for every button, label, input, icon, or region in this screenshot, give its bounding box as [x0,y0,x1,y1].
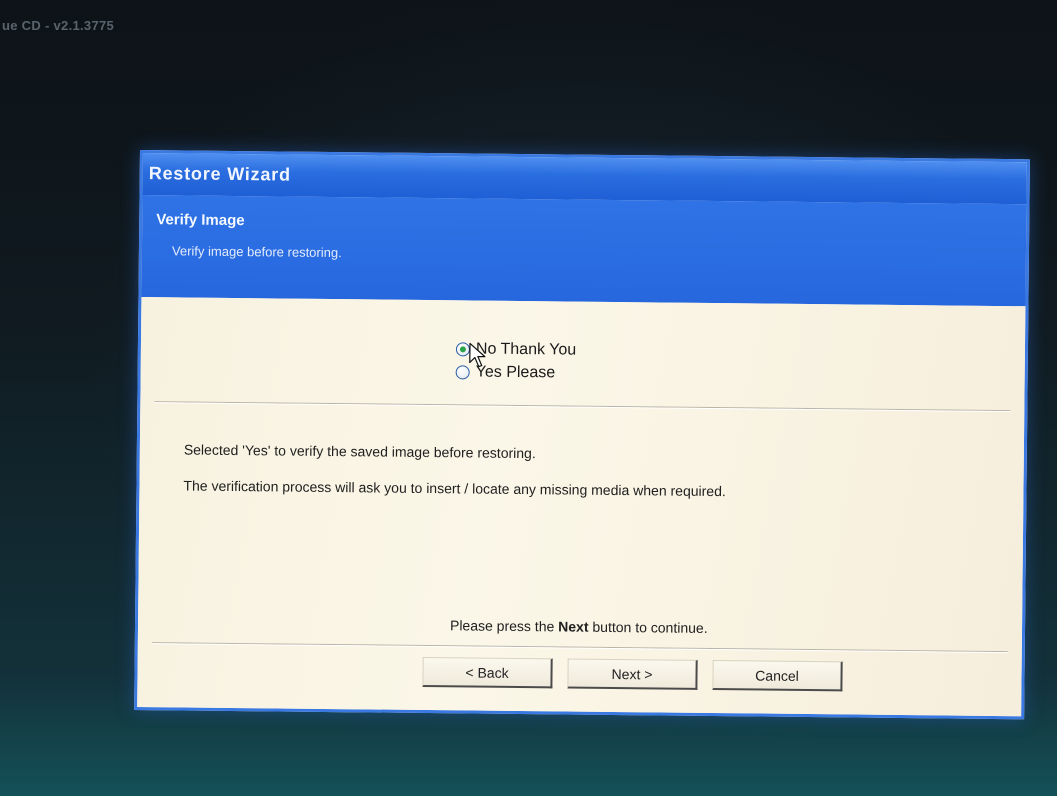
info-text-line: Selected 'Yes' to verify the saved image… [183,441,536,462]
wizard-title: Restore Wizard [148,163,291,185]
arrow-cursor-icon [469,342,486,368]
buttons-divider [151,642,1008,654]
cancel-button[interactable]: Cancel [712,660,843,692]
wizard-header: Verify Image Verify image before restori… [141,195,1027,307]
instruction-prefix: Please press the [449,617,559,635]
restore-wizard-window: Restore Wizard Verify Image Verify image… [134,150,1030,720]
press-next-instruction: Please press the Next button to continue… [450,617,708,636]
back-button[interactable]: < Back [422,656,553,689]
options-divider [154,401,1011,413]
info-text-line: The verification process will ask you to… [183,477,726,500]
window-title-fragment: ue CD - v2.1.3775 [2,18,115,33]
desktop-screen: ue CD - v2.1.3775 Restore Wizard Verify … [0,0,1057,796]
instruction-suffix: button to continue. [588,618,708,636]
radio-unchecked-icon[interactable] [455,365,470,380]
wizard-body: No Thank You Yes Please Selected 'Yes' t… [137,297,1026,717]
next-button[interactable]: Next > [567,658,698,690]
step-title: Verify Image [156,211,245,230]
step-subtitle: Verify image before restoring. [171,243,342,261]
instruction-next-word: Next [558,618,589,635]
